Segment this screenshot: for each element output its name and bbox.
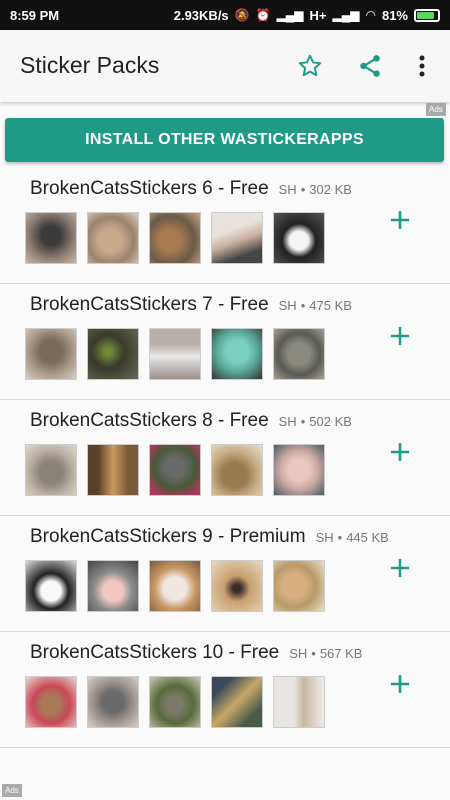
sticker-thumbnails [25,328,325,380]
sticker-thumbnails [25,676,325,728]
sticker-thumbnail [25,328,77,380]
star-outline-icon [298,54,322,77]
add-pack-button[interactable] [386,438,414,466]
sticker-thumbnail [149,676,201,728]
sticker-pack-row[interactable]: BrokenCatsStickers 9 - Premium SH • 445 KB [0,516,450,632]
pack-meta: SH • 502 KB [278,414,352,429]
ads-label-top: Ads [426,103,446,116]
mute-icon: 🔕 [234,8,250,22]
sticker-thumbnail [273,560,325,612]
favorite-button[interactable] [294,50,326,82]
sticker-thumbnail [25,676,77,728]
sticker-thumbnails [25,444,325,496]
add-pack-button[interactable] [386,322,414,350]
sticker-thumbnails [25,560,325,612]
more-vert-icon [419,55,425,77]
share-button[interactable] [354,50,386,82]
sticker-thumbnail [211,328,263,380]
sticker-thumbnail [149,212,201,264]
battery-icon [414,8,440,22]
pack-meta: SH • 567 KB [289,646,363,661]
status-time: 8:59 PM [10,7,60,23]
app-bar: Sticker Packs [0,30,450,102]
page-title: Sticker Packs [20,52,160,78]
sticker-thumbnail [87,560,139,612]
more-options-button[interactable] [406,50,438,82]
sticker-thumbnail [25,212,77,264]
sticker-thumbnail [87,676,139,728]
network-type: H+ [309,7,327,23]
add-pack-button[interactable] [386,670,414,698]
battery-percent: 81% [381,7,408,23]
alarm-icon: ⏰ [255,8,271,22]
plus-icon [391,327,409,345]
sticker-thumbnail [273,444,325,496]
pack-meta: SH • 302 KB [278,182,352,197]
pack-meta: SH • 475 KB [278,298,352,313]
sticker-pack-row[interactable]: BrokenCatsStickers 8 - Free SH • 502 KB [0,400,450,516]
plus-icon [391,211,409,229]
ads-label-bottom: Ads [2,784,22,797]
sticker-thumbnail [211,676,263,728]
pack-name: BrokenCatsStickers 6 - Free [30,178,269,199]
sticker-thumbnail [149,328,201,380]
share-icon [360,55,380,77]
status-right: 2.93KB/s 🔕 ⏰ ▂▄▆ H+ ▂▄▆ ◠ 81% [174,8,440,23]
pack-name: BrokenCatsStickers 8 - Free [30,410,269,431]
sticker-pack-row[interactable]: BrokenCatsStickers 10 - Free SH • 567 KB [0,632,450,748]
sticker-thumbnail [25,444,77,496]
plus-icon [391,443,409,461]
signal-icon: ▂▄▆ [276,8,304,22]
sticker-thumbnail [25,560,77,612]
network-speed: 2.93KB/s [173,7,229,23]
plus-icon [391,675,409,693]
sticker-pack-row[interactable]: BrokenCatsStickers 7 - Free SH • 475 KB [0,284,450,400]
sticker-thumbnail [87,328,139,380]
signal-icon-2: ▂▄▆ [332,8,360,22]
sticker-pack-row[interactable]: BrokenCatsStickers 6 - Free SH • 302 KB [0,168,450,284]
sticker-thumbnail [211,212,263,264]
add-pack-button[interactable] [386,206,414,234]
sticker-thumbnails [25,212,325,264]
sticker-thumbnail [211,444,263,496]
sticker-thumbnail [149,444,201,496]
status-bar: 8:59 PM 2.93KB/s 🔕 ⏰ ▂▄▆ H+ ▂▄▆ ◠ 81% [0,0,450,30]
pack-meta: SH • 445 KB [315,530,389,545]
pack-name: BrokenCatsStickers 7 - Free [30,294,269,315]
add-pack-button[interactable] [386,554,414,582]
pack-name: BrokenCatsStickers 10 - Free [30,642,280,663]
sticker-thumbnail [149,560,201,612]
sticker-thumbnail [211,560,263,612]
sticker-thumbnail [273,676,325,728]
wifi-icon: ◠ [365,8,376,22]
pack-name: BrokenCatsStickers 9 - Premium [30,526,306,547]
sticker-thumbnail [273,212,325,264]
sticker-thumbnail [273,328,325,380]
plus-icon [391,559,409,577]
sticker-thumbnail [87,444,139,496]
sticker-thumbnail [87,212,139,264]
install-other-apps-button[interactable]: INSTALL OTHER WASTICKERAPPS [5,118,444,162]
